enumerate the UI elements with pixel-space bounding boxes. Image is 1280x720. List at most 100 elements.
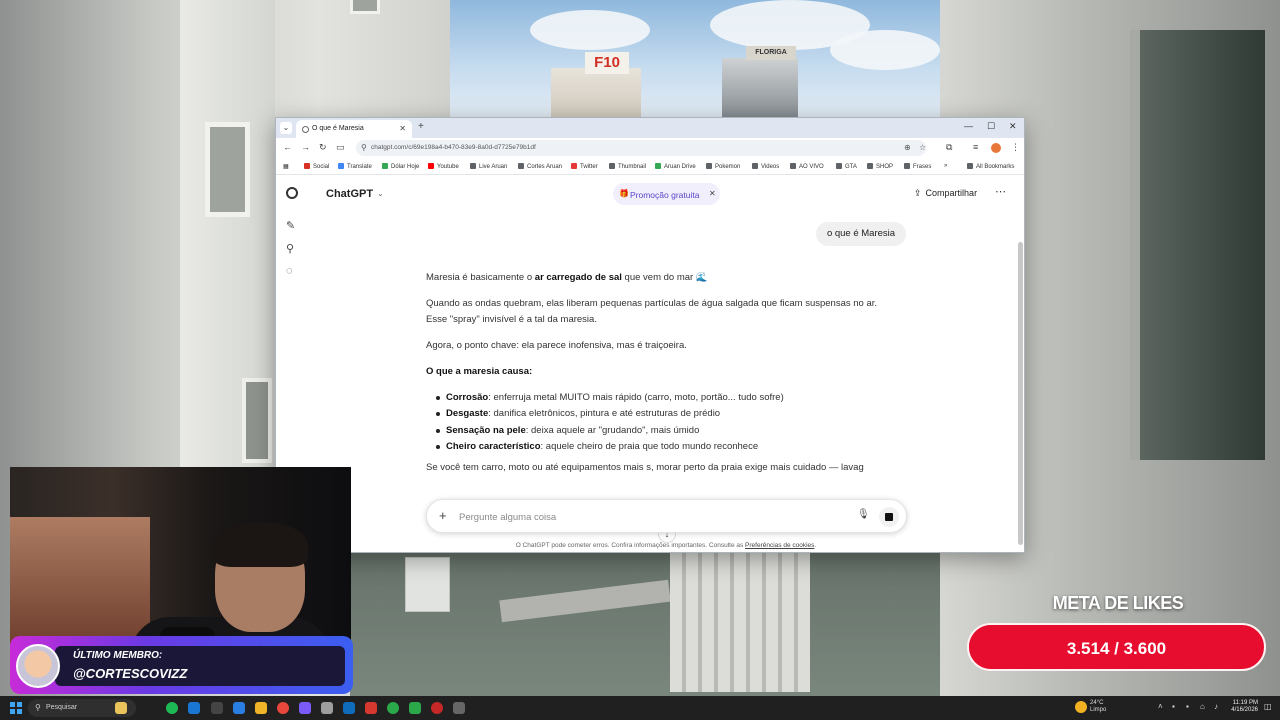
address-bar[interactable]: ⚲ chatgpt.com/c/69e198a4-b470-83e9-8a0d-… (356, 140, 926, 156)
extensions-icon[interactable]: ⧉ (946, 142, 952, 153)
gift-icon: 🎁 (619, 189, 629, 198)
bookmark-cortes-aruan[interactable]: Cortes Aruan (518, 163, 562, 170)
app-icon[interactable] (431, 702, 443, 714)
bookmark-folder-shop[interactable]: SHOP (867, 163, 893, 170)
answer-paragraph: Quando as ondas quebram, elas liberam pe… (426, 298, 878, 309)
cookie-preferences-link[interactable]: Preferências de cookies (745, 542, 814, 549)
folder-icon (790, 163, 796, 169)
forward-icon[interactable]: → (301, 142, 310, 152)
new-chat-icon[interactable]: ✎ (286, 219, 295, 232)
share-button[interactable]: ⇪ Compartilhar (914, 188, 977, 199)
app-icon[interactable] (365, 702, 377, 714)
search-chats-icon[interactable]: ⚲ (286, 242, 294, 255)
reading-list-icon[interactable]: ≡ (973, 142, 978, 152)
bookmark-dolar-hoje[interactable]: Dólar Hoje (382, 163, 419, 170)
widgets-app-icon[interactable] (115, 702, 127, 714)
chevron-up-icon[interactable]: ˄ (1158, 702, 1163, 711)
model-selector[interactable]: ChatGPT (326, 188, 373, 200)
list-item: Desgaste: danifica eletrônicos, pintura … (434, 406, 784, 422)
building-window (242, 378, 272, 463)
close-window-icon[interactable]: ✕ (1009, 121, 1017, 132)
back-icon[interactable]: ← (283, 142, 292, 152)
stop-button[interactable] (879, 507, 899, 527)
browser-menu-icon[interactable]: ⋮ (1011, 142, 1020, 153)
chevron-down-icon[interactable]: ⌄ (377, 189, 384, 198)
bookmark-star-icon[interactable]: ☆ (919, 143, 926, 152)
list-item: Sensação na pele: deixa aquele ar "gruda… (434, 423, 784, 439)
promo-label: Promoção gratuita (630, 190, 700, 200)
building-sign: F10 (585, 52, 629, 74)
folder-icon (867, 163, 873, 169)
app-icon[interactable] (343, 702, 355, 714)
zoom-icon[interactable]: ⊕ (904, 143, 911, 152)
app-icon[interactable] (188, 702, 200, 714)
folder-icon (967, 163, 973, 169)
close-icon[interactable]: ✕ (709, 189, 716, 198)
bookmark-folder-frases[interactable]: Frases (904, 163, 931, 170)
new-tab-icon[interactable]: + (418, 121, 424, 132)
app-icon[interactable] (321, 702, 333, 714)
prompt-input[interactable] (459, 509, 839, 525)
browser-toolbar: ← → ↻ ▭ ⚲ chatgpt.com/c/69e198a4-b470-83… (276, 138, 1024, 158)
answer-heading: O que a maresia causa: (426, 366, 533, 377)
bookmark-folder-gta[interactable]: GTA (836, 163, 857, 170)
minimize-icon[interactable]: — (964, 121, 973, 131)
tray-app-icon[interactable]: ▪ (1186, 702, 1189, 711)
openai-logo-icon[interactable] (286, 187, 298, 199)
bookmark-folder-pokemon[interactable]: Pokemon (706, 163, 740, 170)
app-icon[interactable] (387, 702, 399, 714)
distant-building (722, 58, 798, 120)
bookmark-icon (470, 163, 476, 169)
building-window (205, 122, 250, 217)
bookmark-thumbnail[interactable]: Thumbnail (609, 163, 646, 170)
close-tab-icon[interactable]: ✕ (399, 124, 406, 133)
taskbar-clock[interactable]: 11:19 PM 4/16/2026 (1228, 700, 1258, 714)
site-info-icon[interactable]: ⚲ (361, 143, 367, 152)
answer-paragraph: Se você tem carro, moto ou até equipamen… (426, 462, 864, 473)
app-icon[interactable] (409, 702, 421, 714)
notifications-icon[interactable]: ◫ (1264, 702, 1272, 711)
bookmark-social[interactable]: Social (304, 163, 329, 170)
bookmarks-bar: ▦ Social Translate Dólar Hoje Youtube Li… (276, 158, 1024, 175)
file-explorer-icon[interactable] (255, 702, 267, 714)
tab-chatgpt[interactable]: O que é Maresia ✕ (296, 120, 412, 138)
network-icon[interactable]: ⌂ (1200, 702, 1205, 711)
scrollbar[interactable] (1018, 242, 1023, 545)
bookmark-youtube[interactable]: Youtube (428, 163, 459, 170)
sidebar-toggle-icon[interactable]: ▭ (336, 142, 345, 153)
task-view-icon[interactable] (233, 702, 245, 714)
app-icon[interactable] (211, 702, 223, 714)
bookmark-folder-ao-vivo[interactable]: AO VIVO (790, 163, 824, 170)
bookmark-translate[interactable]: Translate (338, 163, 372, 170)
windows-start-icon[interactable] (10, 702, 22, 714)
volume-icon[interactable]: ♪ (1214, 702, 1218, 711)
tab-search-icon[interactable]: ⌄ (280, 122, 292, 134)
reload-icon[interactable]: ↻ (319, 142, 327, 153)
bookmark-live-aruan[interactable]: Live Aruan (470, 163, 507, 170)
tab-title: O que é Maresia (312, 125, 364, 132)
terminal-app-icon[interactable] (453, 702, 465, 714)
webcam-feed (10, 467, 351, 652)
bookmark-folder-videos[interactable]: Videos (752, 163, 779, 170)
clock-time: 11:19 PM (1232, 700, 1258, 706)
weather-widget[interactable]: 24°C Limpo (1090, 700, 1106, 714)
microphone-icon[interactable]: 🎙 (857, 509, 870, 520)
app-icon[interactable] (299, 702, 311, 714)
add-attachment-icon[interactable]: + (439, 508, 447, 523)
weather-icon[interactable] (1075, 701, 1087, 713)
more-options-icon[interactable]: ⋯ (995, 185, 1006, 198)
bookmark-aruan-drive[interactable]: Aruan Drive (655, 163, 696, 170)
chrome-app-icon[interactable] (277, 702, 289, 714)
tray-app-icon[interactable]: ▪ (1172, 702, 1175, 711)
maximize-icon[interactable]: ☐ (987, 121, 995, 132)
more-bookmarks-icon[interactable]: » (944, 163, 947, 169)
promo-badge[interactable]: 🎁 Promoção gratuita ✕ (613, 183, 720, 205)
all-bookmarks[interactable]: All Bookmarks (967, 163, 1014, 170)
bookmark-icon (304, 163, 310, 169)
bookmark-twitter[interactable]: Twitter (571, 163, 598, 170)
apps-icon[interactable]: ▦ (283, 163, 289, 170)
spotify-app-icon[interactable] (166, 702, 178, 714)
profile-avatar[interactable] (991, 143, 1001, 153)
library-icon[interactable]: ◌ (286, 265, 293, 277)
folder-icon (706, 163, 712, 169)
